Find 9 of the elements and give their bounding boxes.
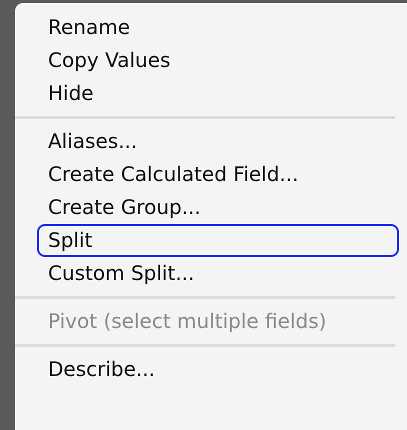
menu-item[interactable]: Split [37, 224, 399, 257]
menu-item[interactable]: Create Calculated Field... [37, 158, 399, 191]
menu-item[interactable]: Describe... [37, 353, 399, 386]
menu-item[interactable]: Custom Split... [37, 257, 399, 290]
menu-item[interactable]: Aliases... [37, 125, 399, 158]
menu-item[interactable]: Copy Values [37, 44, 399, 77]
menu-item[interactable]: Hide [37, 77, 399, 110]
menu-item[interactable]: Rename [37, 11, 399, 44]
menu-item[interactable]: Create Group... [37, 191, 399, 224]
